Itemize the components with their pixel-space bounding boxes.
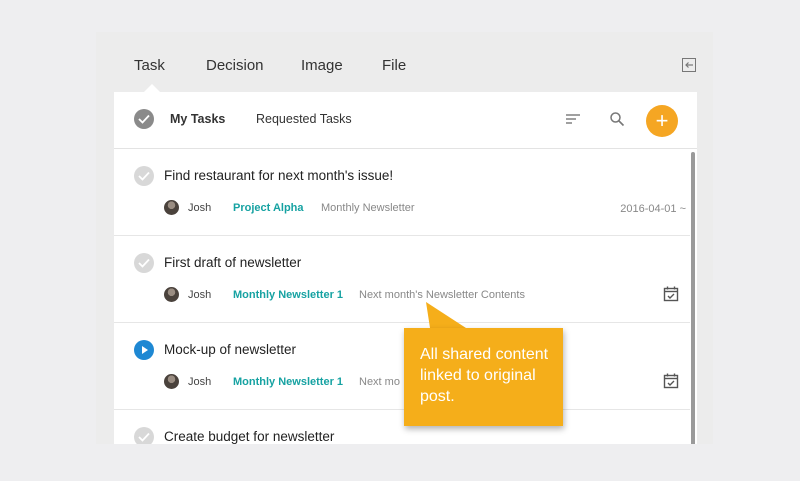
- tab-requested-tasks[interactable]: Requested Tasks: [256, 112, 352, 126]
- task-author: Josh: [188, 202, 212, 214]
- avatar: [164, 374, 179, 389]
- sort-icon[interactable]: [565, 111, 581, 127]
- select-all-checkbox[interactable]: [134, 109, 154, 129]
- collapse-panel-icon[interactable]: [682, 58, 696, 72]
- check-icon: [138, 171, 150, 181]
- add-task-button[interactable]: +: [646, 105, 678, 137]
- scrollbar[interactable]: [691, 152, 695, 444]
- task-title[interactable]: Find restaurant for next month's issue!: [164, 168, 393, 183]
- task-complete-checkbox[interactable]: [134, 166, 154, 186]
- check-icon: [138, 114, 150, 124]
- play-icon: [142, 346, 148, 354]
- avatar: [164, 287, 179, 302]
- calendar-check-icon[interactable]: [663, 286, 679, 302]
- task-author: Josh: [188, 376, 212, 388]
- board-name: Next month's Newsletter Contents: [359, 289, 525, 301]
- callout-text: All shared content linked to original po…: [420, 346, 549, 405]
- board-name: Monthly Newsletter: [321, 202, 415, 214]
- task-row[interactable]: Find restaurant for next month's issue! …: [114, 149, 690, 236]
- tab-file[interactable]: File: [382, 57, 406, 74]
- project-link[interactable]: Project Alpha: [233, 202, 304, 214]
- avatar: [164, 200, 179, 215]
- task-row[interactable]: Mock-up of newsletter Josh Monthly Newsl…: [114, 323, 690, 410]
- task-complete-checkbox[interactable]: [134, 253, 154, 273]
- search-icon[interactable]: [609, 111, 625, 127]
- task-title[interactable]: Create budget for newsletter: [164, 429, 334, 444]
- task-date: 2016-04-01 ~: [620, 203, 686, 215]
- task-title[interactable]: Mock-up of newsletter: [164, 342, 296, 357]
- tab-task[interactable]: Task: [134, 57, 165, 74]
- task-author: Josh: [188, 289, 212, 301]
- task-complete-checkbox[interactable]: [134, 427, 154, 444]
- task-toolbar: My Tasks Requested Tasks +: [114, 92, 697, 149]
- check-icon: [138, 258, 150, 268]
- tab-image[interactable]: Image: [301, 57, 343, 74]
- callout-pointer: [426, 302, 466, 328]
- calendar-check-icon[interactable]: [663, 373, 679, 389]
- project-link[interactable]: Monthly Newsletter 1: [233, 289, 343, 301]
- in-progress-status[interactable]: [134, 340, 154, 360]
- project-link[interactable]: Monthly Newsletter 1: [233, 376, 343, 388]
- check-icon: [138, 432, 150, 442]
- task-row[interactable]: Create budget for newsletter: [114, 410, 690, 444]
- board-name: Next mo: [359, 376, 400, 388]
- task-row[interactable]: First draft of newsletter Josh Monthly N…: [114, 236, 690, 323]
- tab-my-tasks[interactable]: My Tasks: [170, 112, 225, 126]
- annotation-callout: All shared content linked to original po…: [404, 328, 563, 426]
- tab-decision[interactable]: Decision: [206, 57, 264, 74]
- type-tabs: Task Decision Image File: [96, 32, 713, 93]
- task-title[interactable]: First draft of newsletter: [164, 255, 301, 270]
